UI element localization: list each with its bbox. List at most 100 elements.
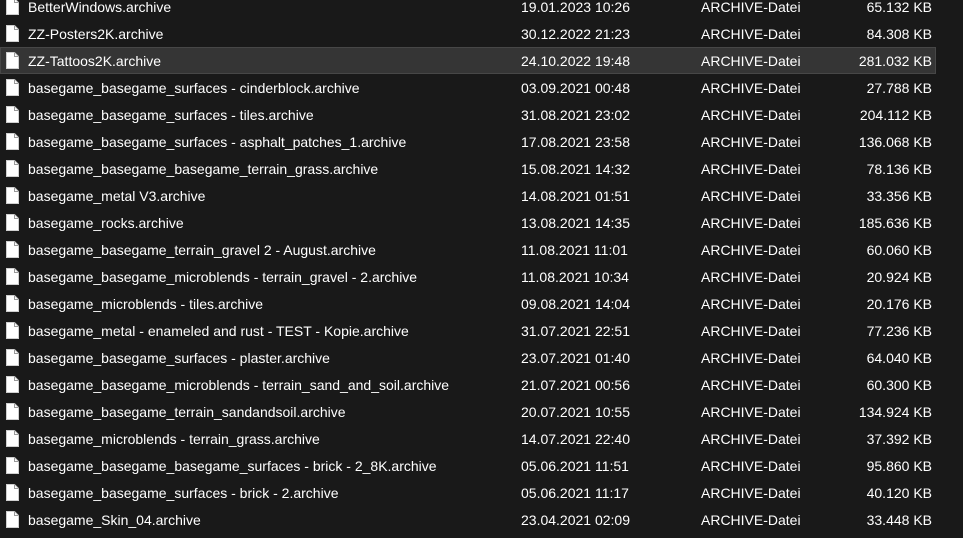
file-icon	[6, 133, 19, 150]
file-row[interactable]: ZZ-Posters2K.archive 30.12.2022 21:23 ARCH…	[0, 20, 936, 47]
file-row[interactable]: basegame_basegame_surfaces - brick - 2.a…	[0, 479, 936, 506]
file-icon	[6, 349, 19, 366]
file-date-modified: 17.08.2021 23:58	[521, 133, 630, 150]
file-size: 84.308 KB	[866, 25, 932, 42]
file-row[interactable]: basegame_basegame_surfaces - asphalt_pat…	[0, 128, 936, 155]
file-icon	[6, 403, 19, 420]
file-icon	[6, 0, 19, 15]
file-date-modified: 24.10.2022 19:48	[521, 52, 630, 69]
file-icon	[6, 214, 19, 231]
file-icon	[6, 484, 19, 501]
file-size: 95.860 KB	[866, 457, 932, 474]
file-size: 204.112 KB	[859, 106, 932, 123]
file-row[interactable]: basegame_basegame_basegame_terrain_grass…	[0, 155, 936, 182]
file-name: ZZ-Tattoos2K.archive	[28, 52, 162, 69]
file-name: basegame_rocks.archive	[28, 214, 184, 231]
file-row[interactable]: ZZ-Tattoos2K.archive 24.10.2022 19:48 ARCH…	[0, 47, 936, 74]
file-size: 65.132 KB	[866, 0, 932, 15]
file-size: 281.032 KB	[858, 52, 932, 69]
file-size: 33.448 KB	[866, 511, 932, 528]
file-row[interactable]: basegame_basegame_microblends - terrain_…	[0, 371, 936, 398]
file-date-modified: 14.07.2021 22:40	[521, 430, 630, 447]
file-date-modified: 09.08.2021 14:04	[521, 295, 630, 312]
file-row[interactable]: basegame_microblends - terrain_grass.arc…	[0, 425, 936, 452]
file-row[interactable]: basegame_basegame_basegame_surfaces - br…	[0, 452, 936, 479]
file-date-modified: 14.08.2021 01:51	[521, 187, 630, 204]
file-icon	[6, 187, 19, 204]
file-name: basegame_Skin_04.archive	[28, 511, 201, 528]
file-icon	[6, 241, 19, 258]
file-date-modified: 20.07.2021 10:55	[521, 403, 630, 420]
file-icon	[6, 322, 19, 339]
file-name: basegame_basegame_microblends - terrain_…	[28, 376, 450, 393]
file-type: ARCHIVE-Datei	[701, 511, 801, 528]
file-type: ARCHIVE-Datei	[701, 214, 801, 231]
file-name: basegame_basegame_basegame_surfaces - br…	[28, 457, 437, 474]
file-row[interactable]: basegame_basegame_surfaces - plaster.arc…	[0, 344, 936, 371]
file-row[interactable]: basegame_basegame_terrain_gravel 2 - Aug…	[0, 236, 936, 263]
file-type: ARCHIVE-Datei	[701, 241, 801, 258]
file-name: BetterWindows.archive	[28, 0, 172, 15]
file-name: basegame_basegame_basegame_terrain_grass…	[28, 160, 379, 177]
file-row[interactable]: basegame_microblends - tiles.archive 09.0…	[0, 290, 936, 317]
file-icon	[6, 376, 19, 393]
file-size: 20.176 KB	[866, 295, 932, 312]
file-date-modified: 21.07.2021 00:56	[521, 376, 630, 393]
file-type: ARCHIVE-Datei	[701, 268, 801, 285]
file-icon	[6, 457, 19, 474]
file-row[interactable]: basegame_metal V3.archive 14.08.2021 01:5…	[0, 182, 936, 209]
file-size: 33.356 KB	[866, 187, 932, 204]
file-size: 77.236 KB	[866, 322, 932, 339]
file-row[interactable]: basegame_rocks.archive 13.08.2021 14:35 AR…	[0, 209, 936, 236]
file-type: ARCHIVE-Datei	[701, 403, 801, 420]
file-name: basegame_microblends - terrain_grass.arc…	[28, 430, 320, 447]
file-date-modified: 13.08.2021 14:35	[521, 214, 630, 231]
file-size: 20.924 KB	[866, 268, 932, 285]
file-size: 134.924 KB	[858, 403, 932, 420]
file-row[interactable]: basegame_basegame_surfaces - tiles.archi…	[0, 101, 936, 128]
file-row[interactable]: basegame_basegame_microblends - terrain_…	[0, 263, 936, 290]
file-size: 60.300 KB	[866, 376, 932, 393]
file-icon	[6, 268, 19, 285]
file-list: BetterWindows.archive 19.01.2023 10:26 ARC…	[0, 0, 963, 538]
file-size: 64.040 KB	[866, 349, 932, 366]
file-type: ARCHIVE-Datei	[701, 106, 801, 123]
file-row[interactable]: basegame_metal - enameled and rust - TES…	[0, 317, 936, 344]
file-row[interactable]: BetterWindows.archive 19.01.2023 10:26 ARC…	[0, 0, 936, 20]
file-name: basegame_basegame_terrain_gravel 2 - Aug…	[28, 241, 376, 258]
file-row[interactable]: basegame_Skin_04.archive 23.04.2021 02:09…	[0, 506, 936, 533]
file-name: basegame_basegame_surfaces - brick - 2.a…	[28, 484, 339, 501]
file-size: 27.788 KB	[866, 79, 932, 96]
file-date-modified: 11.08.2021 11:01	[521, 241, 628, 258]
file-date-modified: 05.06.2021 11:51	[521, 457, 629, 474]
file-date-modified: 05.06.2021 11:17	[521, 484, 629, 501]
file-type: ARCHIVE-Datei	[701, 0, 801, 15]
file-size: 37.392 KB	[866, 430, 932, 447]
file-date-modified: 11.08.2021 10:34	[521, 268, 629, 285]
file-size: 40.120 KB	[866, 484, 932, 501]
file-row[interactable]: basegame_basegame_terrain_sandandsoil.ar…	[0, 398, 936, 425]
file-type: ARCHIVE-Datei	[701, 457, 801, 474]
file-type: ARCHIVE-Datei	[701, 484, 801, 501]
file-icon	[6, 295, 19, 312]
file-type: ARCHIVE-Datei	[701, 322, 801, 339]
file-name: basegame_basegame_microblends - terrain_…	[28, 268, 418, 285]
file-icon	[6, 160, 19, 177]
file-type: ARCHIVE-Datei	[701, 295, 801, 312]
file-name: basegame_basegame_surfaces - cinderblock…	[28, 79, 360, 96]
file-type: ARCHIVE-Datei	[701, 25, 801, 42]
file-size: 60.060 KB	[866, 241, 932, 258]
file-icon	[6, 52, 19, 69]
file-row[interactable]: basegame_basegame_surfaces - cinderblock…	[0, 74, 936, 101]
file-icon	[6, 106, 19, 123]
file-type: ARCHIVE-Datei	[701, 160, 801, 177]
file-type: ARCHIVE-Datei	[701, 52, 801, 69]
file-size: 78.136 KB	[866, 160, 932, 177]
file-icon	[6, 511, 19, 528]
file-date-modified: 23.07.2021 01:40	[521, 349, 630, 366]
file-date-modified: 19.01.2023 10:26	[521, 0, 630, 15]
file-name: basegame_metal V3.archive	[28, 187, 206, 204]
file-date-modified: 30.12.2022 21:23	[521, 25, 630, 42]
file-name: basegame_basegame_surfaces - tiles.archi…	[28, 106, 314, 123]
file-date-modified: 15.08.2021 14:32	[521, 160, 630, 177]
